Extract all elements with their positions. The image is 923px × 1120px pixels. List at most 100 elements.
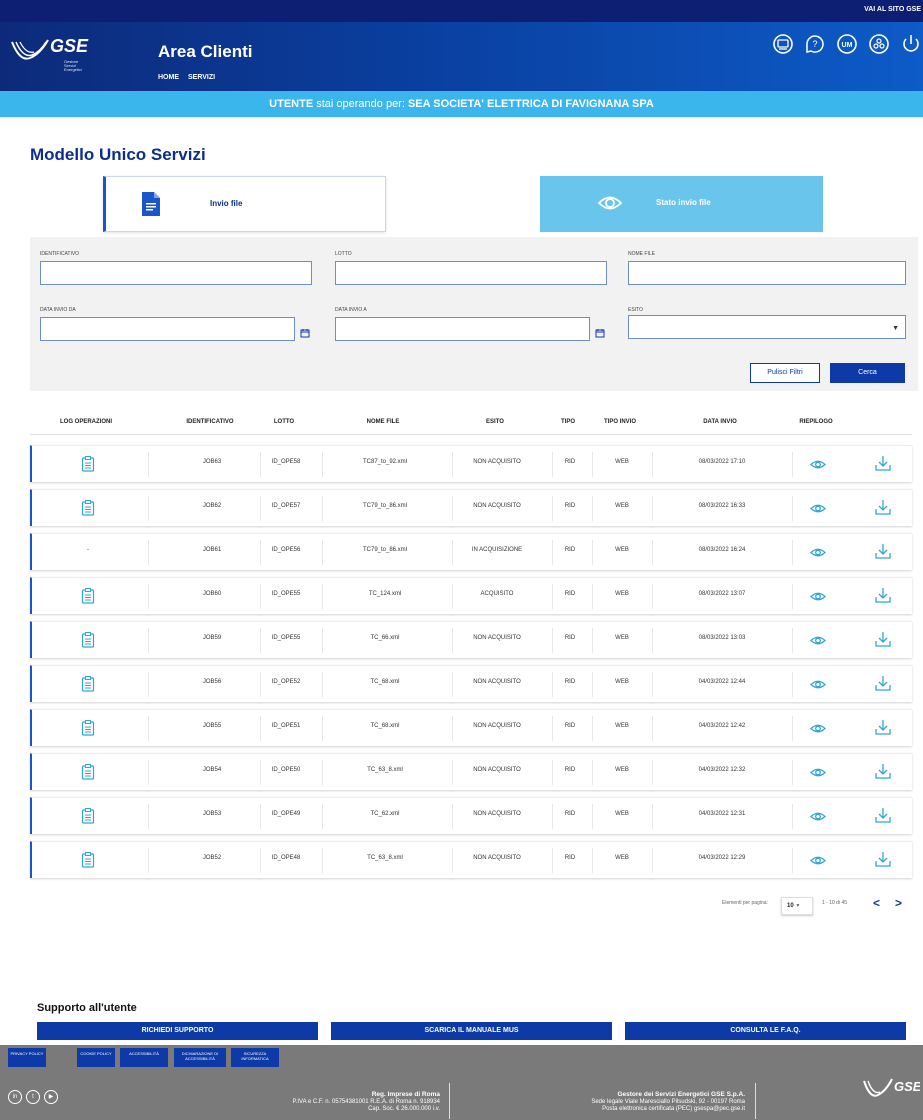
view-summary-icon[interactable] (810, 811, 826, 822)
cell-nome-file: TC_68.xml (370, 723, 400, 729)
download-icon[interactable] (875, 455, 891, 472)
log-clipboard-icon[interactable] (81, 676, 95, 692)
footer-privacy-link[interactable]: PRIVACY POLICY (8, 1048, 46, 1067)
view-summary-icon[interactable] (810, 547, 826, 558)
calendar-icon[interactable] (300, 328, 310, 338)
cell-lotto: ID_OPE50 (271, 767, 301, 773)
cell-tipo: RID (564, 679, 576, 685)
cell-tipo-invio: WEB (615, 855, 629, 861)
column-separator (148, 672, 149, 697)
prev-page-button[interactable]: < (873, 896, 880, 910)
next-page-button[interactable]: > (895, 896, 902, 910)
column-separator (452, 716, 453, 741)
footer-security-link[interactable]: SICUREZZA INFORMATICA (231, 1048, 279, 1067)
cell-data-invio: 08/03/2022 17:10 (698, 459, 746, 465)
download-icon[interactable] (875, 543, 891, 560)
download-icon[interactable] (875, 675, 891, 692)
clear-filters-button[interactable]: Pulisci Filtri (750, 363, 820, 383)
identificativo-label: IDENTIFICATIVO (40, 251, 80, 257)
column-separator (652, 848, 653, 873)
esito-select[interactable]: ▼ (628, 315, 906, 339)
column-separator (452, 628, 453, 653)
svg-text:GSE: GSE (894, 1079, 920, 1094)
stato-invio-card[interactable]: Stato invio file (540, 176, 823, 232)
external-site-link[interactable]: VAI AL SITO GSE (864, 6, 921, 13)
nav-servizi[interactable]: SERVIZI (188, 74, 215, 81)
cell-data-invio: 04/03/2022 12:44 (698, 679, 746, 685)
footer-accessibility-declaration-link[interactable]: DICHIARAZIONE DI ACCESSIBILITÀ (174, 1048, 226, 1067)
log-value: - (87, 547, 89, 553)
cell-tipo: RID (564, 723, 576, 729)
cell-esito: NON ACQUISITO (473, 459, 521, 465)
column-separator (260, 540, 261, 565)
log-clipboard-icon[interactable] (81, 720, 95, 736)
nome-file-input[interactable] (628, 261, 906, 285)
invio-file-card[interactable]: Invio file (103, 176, 386, 232)
table-header: LOG OPERAZIONI IDENTIFICATIVO LOTTO NOME… (30, 413, 918, 433)
log-clipboard-icon[interactable] (81, 500, 95, 516)
per-page-select[interactable]: 10 ▼ (781, 897, 813, 915)
view-summary-icon[interactable] (810, 635, 826, 646)
um-icon[interactable]: UM (835, 32, 859, 56)
users-icon[interactable] (867, 32, 891, 56)
view-summary-icon[interactable] (810, 679, 826, 690)
column-separator (148, 804, 149, 829)
cell-nome-file: TC79_to_86.xml (362, 503, 408, 509)
cell-esito: ACQUISITO (480, 591, 514, 597)
download-icon[interactable] (875, 499, 891, 516)
faq-button[interactable]: CONSULTA LE F.A.Q. (625, 1022, 906, 1040)
log-clipboard-icon[interactable] (81, 456, 95, 472)
download-icon[interactable] (875, 851, 891, 868)
table-header-divider (30, 434, 912, 435)
download-icon[interactable] (875, 807, 891, 824)
view-summary-icon[interactable] (810, 767, 826, 778)
log-clipboard-icon[interactable] (81, 808, 95, 824)
help-icon[interactable]: ? (803, 32, 827, 56)
youtube-icon[interactable]: ▶ (44, 1090, 58, 1104)
per-page-label: Elementi per pagina: (722, 900, 768, 906)
cell-tipo-invio: WEB (615, 503, 629, 509)
cell-data-invio: 04/03/2022 12:31 (698, 811, 746, 817)
cell-identificativo: JOB52 (202, 855, 222, 861)
nav-home[interactable]: HOME (158, 74, 179, 81)
calendar-icon[interactable] (595, 328, 605, 338)
log-clipboard-icon[interactable] (81, 588, 95, 604)
cell-nome-file: TC_68.xml (370, 679, 400, 685)
identificativo-input[interactable] (40, 261, 312, 285)
view-summary-icon[interactable] (810, 459, 826, 470)
footer-accessibility-link[interactable]: ACCESSIBILITÀ (120, 1048, 168, 1067)
footer-cookie-link[interactable]: COOKIE POLICY (77, 1048, 115, 1067)
view-summary-icon[interactable] (810, 723, 826, 734)
download-manual-button[interactable]: SCARICA IL MANUALE MUS (331, 1022, 612, 1040)
power-icon[interactable] (899, 32, 923, 56)
data-a-input[interactable] (335, 317, 590, 341)
download-icon[interactable] (875, 763, 891, 780)
download-icon[interactable] (875, 587, 891, 604)
column-separator (260, 628, 261, 653)
column-separator (652, 584, 653, 609)
chat-icon[interactable] (771, 32, 795, 56)
column-separator (322, 628, 323, 653)
log-clipboard-icon[interactable] (81, 632, 95, 648)
view-summary-icon[interactable] (810, 591, 826, 602)
lotto-input[interactable] (335, 261, 607, 285)
view-summary-icon[interactable] (810, 855, 826, 866)
cell-nome-file: TC_62.xml (370, 811, 400, 817)
cell-lotto: ID_OPE52 (271, 679, 301, 685)
column-separator (552, 760, 553, 785)
view-summary-icon[interactable] (810, 503, 826, 514)
log-clipboard-icon[interactable] (81, 852, 95, 868)
linkedin-icon[interactable]: in (8, 1090, 22, 1104)
column-separator (260, 584, 261, 609)
cell-tipo-invio: WEB (615, 547, 629, 553)
download-icon[interactable] (875, 719, 891, 736)
search-button[interactable]: Cerca (830, 363, 905, 383)
footer: PRIVACY POLICY COOKIE POLICY ACCESSIBILI… (0, 1045, 923, 1120)
data-da-input[interactable] (40, 317, 295, 341)
table-row: JOB54 ID_OPE50 TC_63_8.xml NON ACQUISITO RID… (30, 753, 912, 790)
request-support-button[interactable]: RICHIEDI SUPPORTO (37, 1022, 318, 1040)
download-icon[interactable] (875, 631, 891, 648)
twitter-icon[interactable]: t (26, 1090, 40, 1104)
log-clipboard-icon[interactable] (81, 764, 95, 780)
gse-logo[interactable]: GSE Gestore Servizi Energetici (10, 32, 88, 72)
